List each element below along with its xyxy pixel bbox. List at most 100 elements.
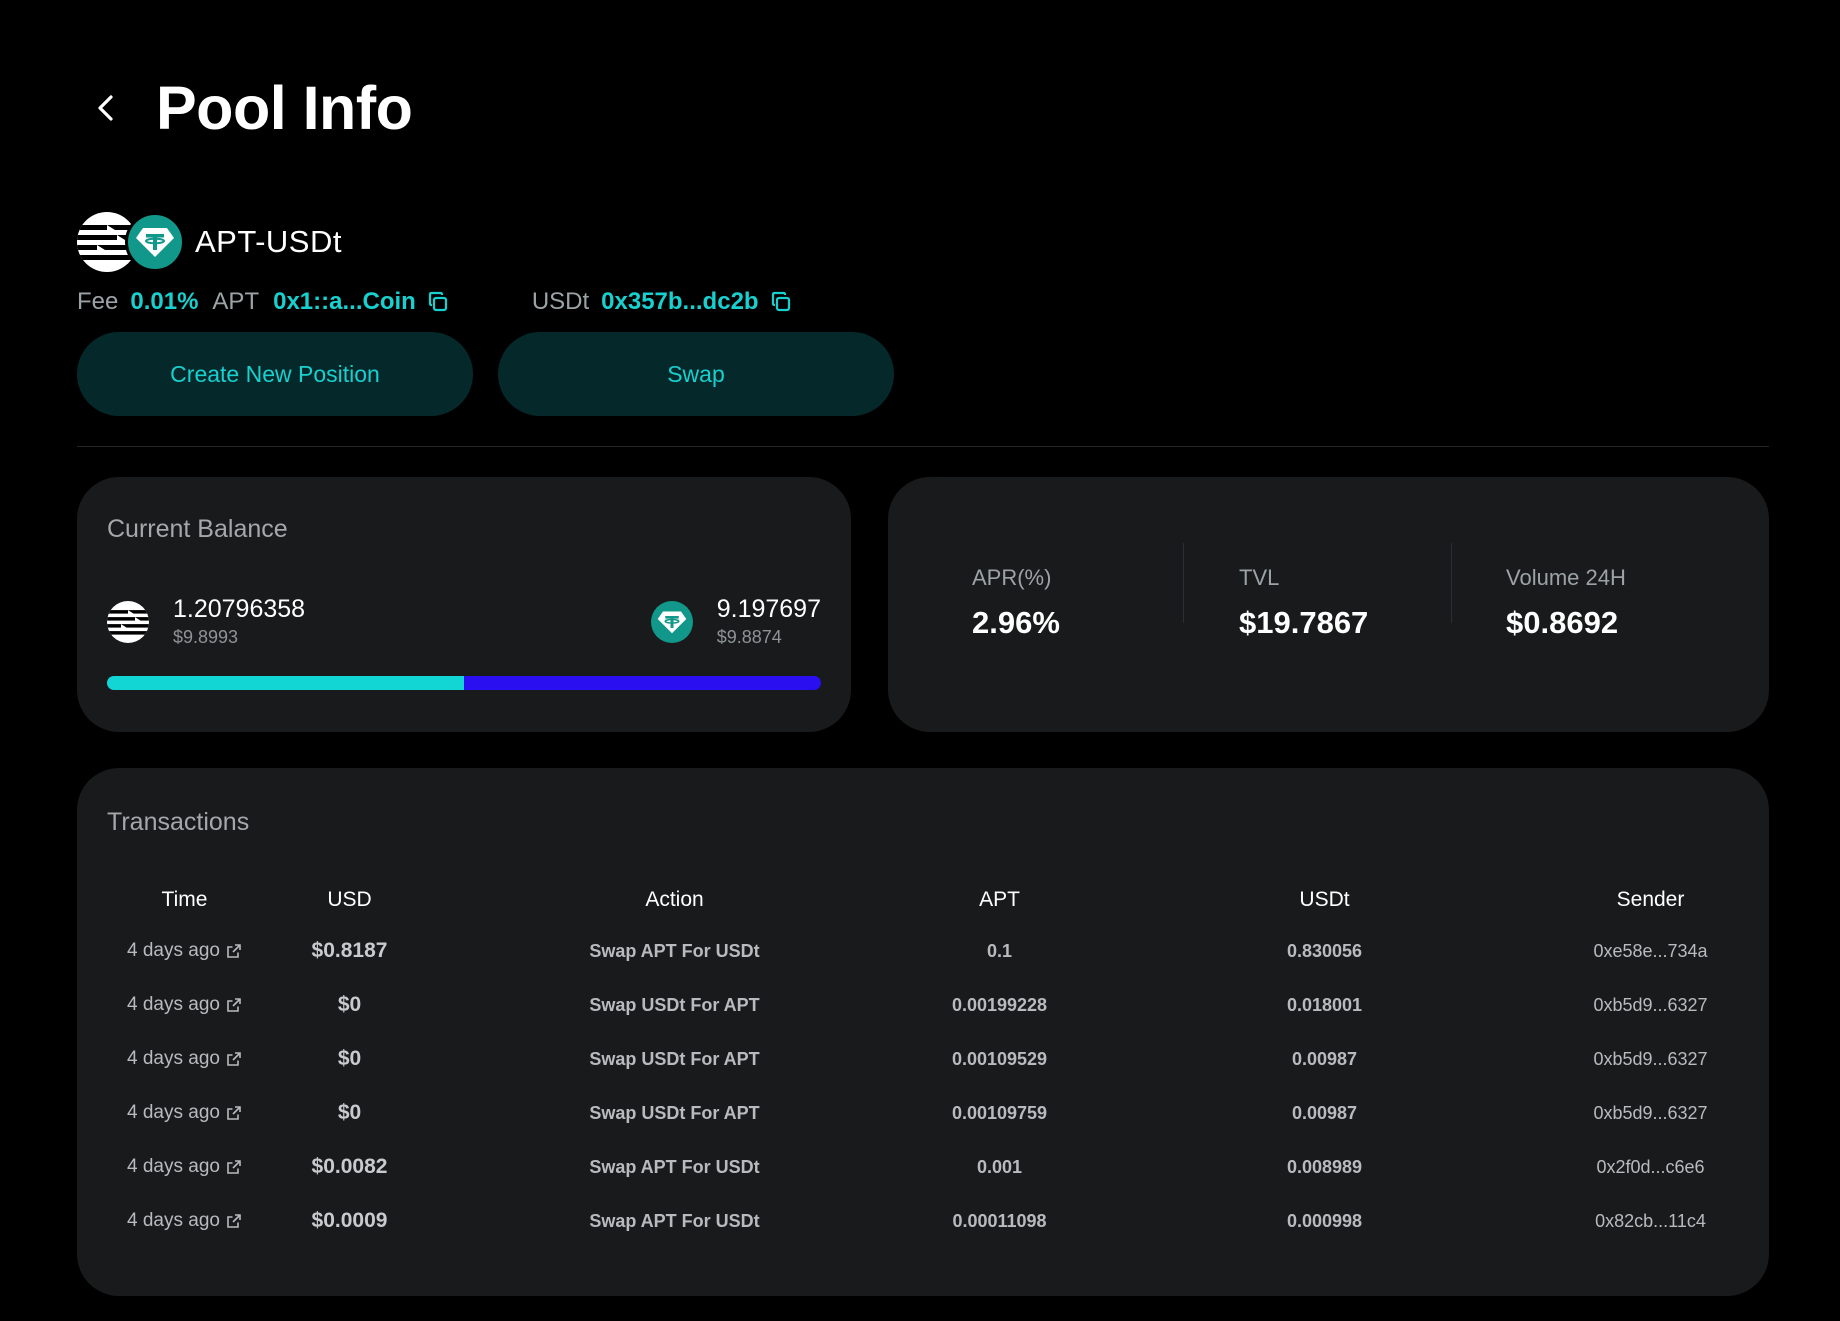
card-title: Transactions <box>107 808 250 836</box>
apt-balance-usd: $9.8993 <box>173 627 239 647</box>
balance-ratio-fill-apt <box>107 676 464 690</box>
page-title: Pool Info <box>156 74 413 142</box>
column-header-time: Time <box>161 888 208 911</box>
tx-sender[interactable]: 0xb5d9...6327 <box>1562 995 1739 1016</box>
tvl-label: TVL <box>1239 565 1280 590</box>
usdt-balance: 9.197697 $9.8874 <box>650 594 821 650</box>
tx-usd: $0.8187 <box>311 939 388 962</box>
tvl-value: $19.7867 <box>1239 605 1369 640</box>
tx-apt: 0.001 <box>976 1156 1023 1177</box>
external-link-icon[interactable] <box>226 997 242 1013</box>
column-header-apt: APT <box>979 888 1020 911</box>
external-link-icon[interactable] <box>226 1159 242 1175</box>
column-header-action: Action <box>645 888 704 911</box>
fee-label: Fee <box>77 288 119 315</box>
usdt-label: USDt <box>531 288 590 315</box>
copy-icon[interactable] <box>426 290 450 314</box>
tx-apt: 0.00199228 <box>951 994 1048 1015</box>
tx-action: Swap APT For USDt <box>589 1156 760 1177</box>
tx-action: Swap USDt For APT <box>589 994 760 1015</box>
column-header-sender: Sender <box>1616 888 1685 911</box>
pool-meta: Fee 0.01% APT 0x1::a...Coin USDt 0x357b.… <box>77 284 793 320</box>
tx-action: Swap USDt For APT <box>589 1048 760 1069</box>
usdt-balance-amount: 9.197697 <box>716 595 821 623</box>
apt-address[interactable]: 0x1::a...Coin <box>273 288 416 316</box>
column-header-usd: USD <box>327 888 372 911</box>
column-header-usdt: USDt <box>1299 888 1350 911</box>
tx-time: 4 days ago <box>127 940 220 961</box>
pool-stats-card: APR(%) 2.96% TVL $19.7867 Volume 24H $0.… <box>888 477 1769 732</box>
tx-usdt: 0.00987 <box>1291 1048 1358 1069</box>
tx-time-link[interactable]: 4 days ago <box>107 994 262 1016</box>
tx-time: 4 days ago <box>127 1210 220 1231</box>
external-link-icon[interactable] <box>226 1051 242 1067</box>
usdt-balance-usd: $9.8874 <box>716 627 782 647</box>
table-body: 4 days ago $0.8187 Swap APT For USDt 0.1 0.8… <box>107 924 1739 1248</box>
tx-apt: 0.00011098 <box>952 1210 1047 1231</box>
tx-sender[interactable]: 0xb5d9...6327 <box>1562 1103 1739 1124</box>
tx-usdt: 0.000998 <box>1286 1210 1363 1231</box>
tx-time: 4 days ago <box>127 994 220 1015</box>
tx-usdt: 0.830056 <box>1286 940 1363 961</box>
tx-sender[interactable]: 0x2f0d...c6e6 <box>1562 1157 1739 1178</box>
tx-usd: $0 <box>337 1047 362 1070</box>
page-header: Pool Info <box>86 72 413 144</box>
fee-value: 0.01% <box>130 288 199 315</box>
tx-apt: 0.00109759 <box>951 1102 1048 1123</box>
external-link-icon[interactable] <box>226 1105 242 1121</box>
tx-apt: 0.00109529 <box>951 1048 1048 1069</box>
table-row: 4 days ago $0 Swap USDt For APT 0.00199228 0… <box>107 978 1739 1032</box>
table-header: Time USD Action APT USDt Sender <box>107 876 1739 924</box>
swap-button[interactable]: Swap <box>498 332 894 416</box>
transactions-card: Transactions Time USD Action APT USDt Se… <box>77 768 1769 1296</box>
tx-usd: $0.0082 <box>311 1155 388 1178</box>
tx-sender[interactable]: 0xe58e...734a <box>1562 941 1739 962</box>
tx-apt: 0.1 <box>986 940 1013 961</box>
back-button[interactable] <box>86 88 126 128</box>
volume-stat: Volume 24H $0.8692 <box>1506 565 1626 641</box>
tx-time-link[interactable]: 4 days ago <box>107 1210 262 1232</box>
apr-label: APR(%) <box>972 565 1052 590</box>
table-row: 4 days ago $0.8187 Swap APT For USDt 0.1 0.8… <box>107 924 1739 978</box>
create-new-position-button[interactable]: Create New Position <box>77 332 473 416</box>
tx-time-link[interactable]: 4 days ago <box>107 940 262 962</box>
external-link-icon[interactable] <box>226 943 242 959</box>
chevron-left-icon <box>98 95 113 121</box>
table-row: 4 days ago $0 Swap USDt For APT 0.00109529 0… <box>107 1032 1739 1086</box>
tx-action: Swap APT For USDt <box>589 940 760 961</box>
action-buttons: Create New Position Swap <box>77 332 894 416</box>
tx-usd: $0.0009 <box>311 1209 388 1232</box>
apr-stat: APR(%) 2.96% <box>972 565 1060 641</box>
current-balance-card: Current Balance 1.20796358 $9.8993 9.197… <box>77 477 851 732</box>
volume-value: $0.8692 <box>1506 605 1619 640</box>
transactions-table: Time USD Action APT USDt Sender 4 days a… <box>107 876 1739 1248</box>
external-link-icon[interactable] <box>226 1213 242 1229</box>
tx-sender[interactable]: 0xb5d9...6327 <box>1562 1049 1739 1070</box>
balance-ratio-bar <box>107 676 821 690</box>
pool-pair: APT-USDt <box>77 212 342 272</box>
tx-sender[interactable]: 0x82cb...11c4 <box>1562 1211 1739 1232</box>
stat-divider <box>1451 543 1452 623</box>
tx-usd: $0 <box>337 993 362 1016</box>
tx-time: 4 days ago <box>127 1102 220 1123</box>
table-row: 4 days ago $0 Swap USDt For APT 0.00109759 0… <box>107 1086 1739 1140</box>
tx-time-link[interactable]: 4 days ago <box>107 1102 262 1124</box>
tx-time: 4 days ago <box>127 1156 220 1177</box>
tx-usd: $0 <box>337 1101 362 1124</box>
stat-divider <box>1183 543 1184 623</box>
apt-balance: 1.20796358 $9.8993 <box>107 594 305 650</box>
tx-time-link[interactable]: 4 days ago <box>107 1048 262 1070</box>
apr-value: 2.96% <box>972 605 1060 640</box>
copy-icon[interactable] <box>769 290 793 314</box>
apt-label: APT <box>212 288 260 315</box>
tx-usdt: 0.018001 <box>1286 994 1363 1015</box>
tx-time-link[interactable]: 4 days ago <box>107 1156 262 1178</box>
pair-name: APT-USDt <box>195 224 342 259</box>
usdt-address[interactable]: 0x357b...dc2b <box>601 288 758 316</box>
table-row: 4 days ago $0.0082 Swap APT For USDt 0.001 0… <box>107 1140 1739 1194</box>
aptos-logo-icon <box>107 601 149 643</box>
tx-action: Swap USDt For APT <box>589 1102 760 1123</box>
apt-balance-amount: 1.20796358 <box>173 595 306 623</box>
table-row: 4 days ago $0.0009 Swap APT For USDt 0.0001… <box>107 1194 1739 1248</box>
tvl-stat: TVL $19.7867 <box>1239 565 1368 641</box>
